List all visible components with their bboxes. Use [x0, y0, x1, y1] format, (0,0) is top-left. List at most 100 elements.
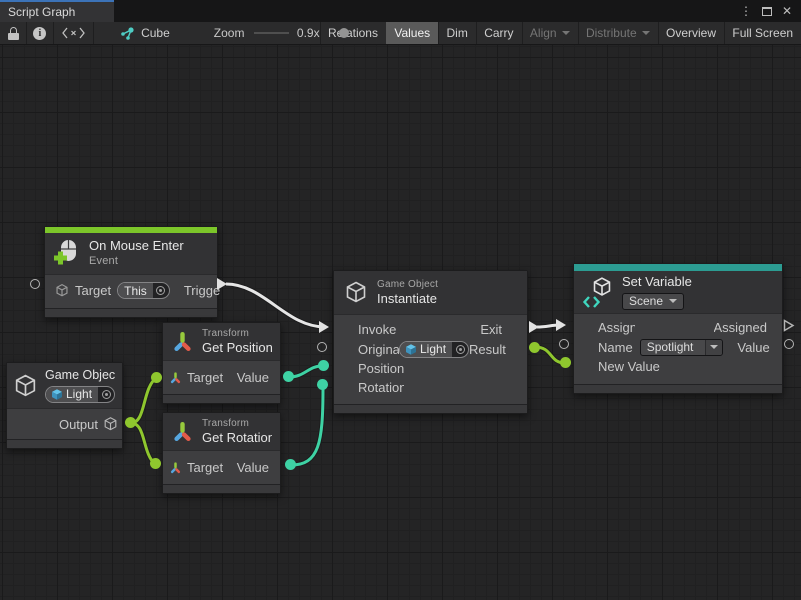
port-getrotation-value-output[interactable]: [285, 459, 296, 470]
value-port-label: Value: [737, 340, 769, 355]
port-mouse-enter-target-input[interactable]: [30, 279, 40, 289]
original-value: Light: [420, 342, 446, 356]
transform-icon: [171, 420, 194, 444]
node-category: Transform: [202, 327, 272, 340]
port-trigger-output[interactable]: [217, 278, 227, 290]
node-header: Set Variable Scene: [574, 271, 782, 314]
rotation-row: Rotation: [358, 378, 502, 397]
node-light-object[interactable]: Game Object Light Output: [6, 362, 123, 449]
target-port-label: Target: [75, 283, 111, 298]
zoom-slider[interactable]: [254, 32, 288, 34]
close-icon[interactable]: ✕: [782, 5, 792, 17]
variable-kind-dropdown[interactable]: Scene: [622, 293, 684, 310]
transform-mini-icon: [169, 461, 182, 475]
port-light-output[interactable]: [125, 417, 136, 428]
node-footer: [334, 404, 527, 413]
unity-logo-icon: [591, 276, 613, 298]
lock-button[interactable]: [0, 22, 26, 44]
trigger-port-label: Trigger: [184, 283, 221, 298]
target-value: This: [118, 283, 153, 298]
new-value-row: New Value: [598, 357, 767, 376]
node-header: Game Object Light: [7, 363, 122, 409]
chevron-down-icon: [669, 299, 677, 303]
chevron-down-icon: [710, 345, 718, 349]
carry-button[interactable]: Carry: [476, 22, 521, 44]
port-assigned-output[interactable]: [783, 319, 795, 332]
node-get-rotation[interactable]: Transform Get Rotation Target Value: [162, 412, 281, 494]
rotation-port-label: Rotation: [358, 380, 404, 395]
zoom-label: Zoom: [214, 22, 245, 44]
node-title: Game Object: [45, 368, 115, 384]
invoke-exit-row: Invoke Exit: [358, 320, 502, 339]
node-header: Transform Get Position: [163, 323, 280, 361]
port-name-input[interactable]: [559, 339, 569, 349]
assigned-port-label: Assigned: [714, 320, 767, 335]
set-variable-icon: [583, 276, 613, 308]
game-object-ghost-icon: [55, 283, 69, 298]
node-on-mouse-enter[interactable]: On Mouse Enter Event Target This Trigger: [44, 226, 218, 318]
light-value-chip: Light: [46, 387, 98, 402]
wire-trigger-to-invoke[interactable]: [226, 284, 325, 327]
port-getposition-target-input[interactable]: [151, 372, 162, 383]
port-getrotation-target-input[interactable]: [150, 458, 161, 469]
tab-title: Script Graph: [8, 5, 75, 19]
original-object-field[interactable]: Light: [399, 341, 469, 358]
output-port-label: Output: [59, 417, 98, 432]
port-new-value-input[interactable]: [560, 357, 571, 368]
wire-getrotation-to-rotation[interactable]: [291, 388, 323, 465]
value-port-label: Value: [237, 370, 269, 385]
node-instantiate[interactable]: Game Object Instantiate Invoke Exit Orig…: [333, 270, 528, 414]
node-footer: [45, 308, 217, 317]
zoom-value: 0.9x: [297, 22, 320, 44]
align-button[interactable]: Align: [522, 22, 578, 44]
relations-button[interactable]: Relations: [320, 22, 386, 44]
target-port-label: Target: [187, 370, 223, 385]
gameobject-icon: [52, 389, 62, 400]
code-view-button[interactable]: [54, 22, 93, 44]
result-port-label: Result: [469, 342, 506, 357]
assign-assigned-row: Assign Assigned: [598, 318, 767, 337]
position-port-label: Position: [358, 361, 404, 376]
node-get-position[interactable]: Transform Get Position Target Value: [162, 322, 281, 404]
target-port-label: Target: [187, 460, 223, 475]
tab-script-graph[interactable]: Script Graph: [0, 0, 114, 22]
original-port-label: Original: [358, 342, 399, 357]
port-invoke-input[interactable]: [319, 321, 329, 333]
graph-canvas[interactable]: On Mouse Enter Event Target This Trigger: [0, 45, 801, 600]
position-row: Position: [358, 359, 502, 378]
distribute-button[interactable]: Distribute: [578, 22, 658, 44]
port-original-input[interactable]: [317, 342, 327, 352]
port-position-input[interactable]: [318, 360, 329, 371]
object-picker-icon[interactable]: [153, 286, 169, 295]
exit-port-label: Exit: [480, 322, 502, 337]
node-footer: [163, 394, 280, 403]
port-exit-output[interactable]: [529, 321, 539, 333]
port-assign-input[interactable]: [556, 319, 566, 331]
assign-port-label: Assign: [598, 320, 635, 335]
window-menu-icon[interactable]: ⋮: [740, 5, 752, 17]
object-picker-icon[interactable]: [452, 345, 468, 354]
fullscreen-button[interactable]: Full Screen: [724, 22, 801, 44]
port-rotation-input[interactable]: [317, 379, 328, 390]
variable-name-dropdown[interactable]: Spotlight: [640, 339, 724, 356]
code-brackets-icon: [62, 27, 85, 39]
port-getposition-value-output[interactable]: [283, 371, 294, 382]
graph-breadcrumb[interactable]: Cube: [111, 22, 178, 44]
object-picker-icon[interactable]: [98, 390, 114, 399]
chevron-down-icon: [562, 31, 570, 35]
values-button[interactable]: Values: [386, 22, 438, 44]
info-button[interactable]: [26, 22, 53, 44]
port-value-output[interactable]: [784, 339, 794, 349]
node-set-variable[interactable]: Set Variable Scene Assign Assigned Name …: [573, 263, 783, 394]
dim-button[interactable]: Dim: [439, 22, 476, 44]
variable-name-value: Spotlight: [641, 340, 700, 354]
new-value-port-label: New Value: [598, 359, 660, 374]
overview-button[interactable]: Overview: [658, 22, 724, 44]
port-result-output[interactable]: [529, 342, 540, 353]
wire-output-to-getposition-target[interactable]: [131, 378, 156, 423]
variable-kind-value: Scene: [629, 294, 663, 308]
light-object-field[interactable]: Light: [45, 386, 115, 403]
maximize-icon[interactable]: [762, 7, 772, 16]
dropdown-caret-box: [705, 340, 722, 355]
target-object-field[interactable]: This: [117, 282, 170, 299]
